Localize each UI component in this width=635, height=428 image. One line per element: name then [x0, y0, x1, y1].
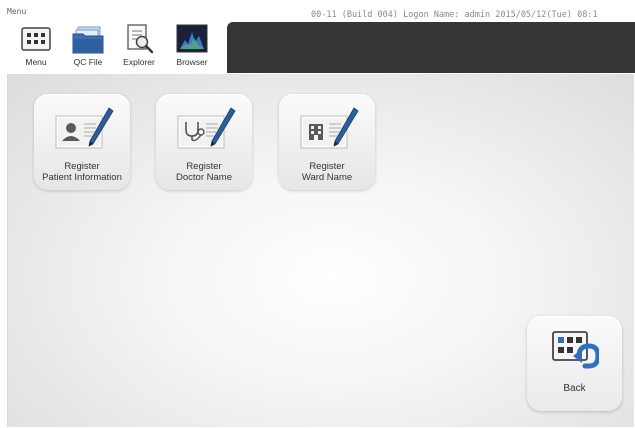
back-label: Back [563, 383, 586, 394]
toolbar-explorer-button[interactable]: Explorer [117, 22, 161, 72]
document-search-icon [127, 24, 154, 54]
application-window: Menu 00-11 (Build 004) Logon Name: admin… [0, 0, 635, 428]
back-arrow-icon [552, 331, 599, 369]
register-patient-label-line2: Patient Information [42, 172, 122, 183]
register-doctor-label-line2: Doctor Name [176, 172, 232, 183]
patient-card-icon [55, 107, 114, 149]
doctor-card-icon [177, 107, 236, 149]
register-doctor-label: Register Doctor Name [146, 161, 262, 183]
register-ward-label-line1: Register [309, 161, 345, 172]
chart-browser-icon [176, 24, 208, 53]
toolbar-explorer-label: Explorer [123, 57, 155, 67]
status-text: 00-11 (Build 004) Logon Name: admin 2015… [311, 10, 598, 20]
toolbar-menu-label: Menu [25, 57, 47, 67]
register-doctor-name-button[interactable]: Register Doctor Name [156, 94, 252, 190]
register-doctor-label-line1: Register [186, 161, 222, 172]
toolbar-browser-label: Browser [176, 57, 208, 67]
menu-grid-icon [21, 27, 51, 51]
header-dark-bar [227, 22, 635, 73]
ward-card-icon [300, 107, 359, 149]
window-title: Menu [7, 7, 27, 16]
register-patient-label-line1: Register [64, 161, 100, 172]
toolbar-menu-button[interactable]: Menu [14, 22, 58, 72]
toolbar-browser-button[interactable]: Browser [170, 22, 214, 72]
register-patient-label: Register Patient Information [24, 161, 140, 183]
register-ward-label-line2: Ward Name [301, 172, 353, 183]
folder-icon [72, 26, 104, 54]
register-ward-label: Register Ward Name [269, 161, 385, 183]
header: Menu 00-11 (Build 004) Logon Name: admin… [0, 0, 635, 74]
back-button[interactable]: Back [527, 316, 622, 411]
register-ward-name-button[interactable]: Register Ward Name [279, 94, 375, 190]
toolbar-qc-file-label: QC File [73, 57, 103, 67]
register-patient-information-button[interactable]: Register Patient Information [34, 94, 130, 190]
toolbar-qc-file-button[interactable]: QC File [66, 22, 110, 72]
main-content: Register Patient Information Register Do… [7, 74, 634, 427]
